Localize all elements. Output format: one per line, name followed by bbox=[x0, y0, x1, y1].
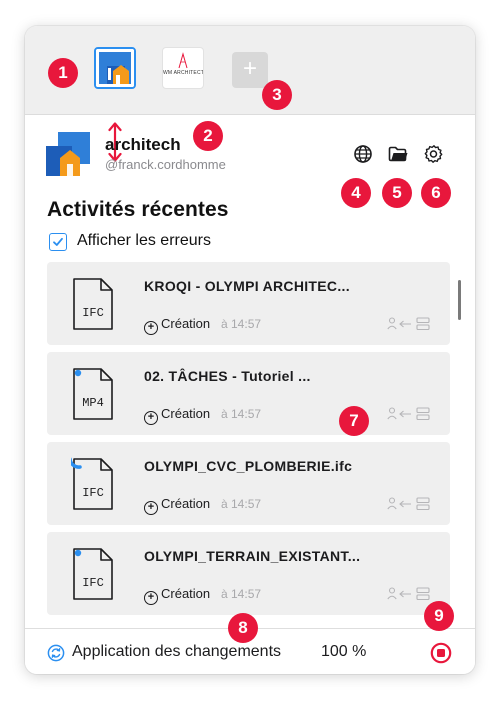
activity-time: à 14:57 bbox=[221, 407, 262, 421]
file-type-label: IFC bbox=[82, 576, 104, 590]
activity-scrollbar[interactable] bbox=[458, 280, 461, 320]
app-window: WM ARCHITECTES + architech @franck.cordh… bbox=[25, 26, 475, 674]
folder-icon[interactable] bbox=[387, 143, 409, 165]
activity-item[interactable]: IFC KROQI - OLYMPI ARCHITEC... + Création… bbox=[47, 262, 450, 345]
activity-time: à 14:57 bbox=[221, 317, 262, 331]
plus-circle-icon: + bbox=[144, 591, 158, 605]
workspace-bar: WM ARCHITECTES + bbox=[25, 26, 475, 115]
plus-circle-icon: + bbox=[144, 411, 158, 425]
activity-action: + Création bbox=[144, 406, 210, 425]
workspace-tile-architech[interactable] bbox=[94, 47, 136, 89]
stop-sync-button[interactable] bbox=[430, 642, 452, 664]
annotation-badge-3: 3 bbox=[262, 80, 292, 110]
activity-title: KROQI - OLYMPI ARCHITEC... bbox=[144, 278, 350, 294]
activity-action-label: Création bbox=[161, 586, 211, 601]
sync-direction-icon bbox=[387, 317, 430, 331]
activity-title: 02. TÂCHES - Tutoriel ... bbox=[144, 368, 311, 384]
activity-title: OLYMPI_CVC_PLOMBERIE.ifc bbox=[144, 458, 353, 474]
activity-action-label: Création bbox=[161, 406, 211, 421]
add-workspace-button[interactable]: + bbox=[232, 52, 268, 88]
annotation-badge-8: 8 bbox=[228, 613, 258, 643]
sync-dot-icon bbox=[74, 369, 82, 377]
activity-action-label: Création bbox=[161, 496, 211, 511]
file-type-label: IFC bbox=[82, 306, 104, 320]
activity-list: IFC KROQI - OLYMPI ARCHITEC... + Création… bbox=[25, 262, 475, 628]
annotation-badge-6: 6 bbox=[421, 178, 451, 208]
activity-action: + Création bbox=[144, 316, 210, 335]
checkmark-icon bbox=[53, 237, 63, 246]
workspace-logo-text: WM ARCHITECTES bbox=[163, 70, 204, 76]
sync-direction-icon bbox=[387, 497, 430, 511]
activity-time: à 14:57 bbox=[221, 587, 262, 601]
profile-handle: @franck.cordhomme bbox=[105, 157, 226, 172]
activity-title: OLYMPI_TERRAIN_EXISTANT... bbox=[144, 548, 361, 564]
sync-status-text: Application des changements bbox=[72, 643, 282, 660]
activity-action: + Création bbox=[144, 496, 210, 515]
gear-icon[interactable] bbox=[423, 143, 445, 165]
file-type-label: MP4 bbox=[82, 396, 104, 410]
annotation-badge-9: 9 bbox=[424, 601, 454, 631]
show-errors-label[interactable]: Afficher les erreurs bbox=[77, 232, 211, 250]
wm-architectes-logo-icon bbox=[178, 52, 188, 69]
plus-circle-icon: + bbox=[144, 501, 158, 515]
ifc-file-icon: IFC bbox=[73, 548, 113, 600]
annotation-badge-1: 1 bbox=[48, 58, 78, 88]
architech-logo-icon bbox=[96, 49, 134, 87]
mp4-file-icon: MP4 bbox=[73, 368, 113, 420]
workspace-tile-wm-architectes[interactable]: WM ARCHITECTES bbox=[162, 47, 204, 89]
sync-progress-percent: 100 % bbox=[321, 643, 367, 660]
stop-icon bbox=[437, 649, 445, 657]
activities-title: Activités récentes bbox=[47, 198, 229, 221]
activity-item[interactable]: IFC OLYMPI_CVC_PLOMBERIE.ifc + Création à… bbox=[47, 442, 450, 525]
annotation-badge-7: 7 bbox=[339, 406, 369, 436]
sync-progress-arc-icon bbox=[71, 457, 82, 469]
activity-action-label: Création bbox=[161, 316, 211, 331]
sync-dot-icon bbox=[74, 549, 82, 557]
show-errors-checkbox[interactable] bbox=[49, 233, 67, 251]
ifc-file-icon: IFC bbox=[71, 457, 113, 510]
sync-direction-icon bbox=[387, 407, 430, 421]
activity-time: à 14:57 bbox=[221, 497, 262, 511]
ifc-file-icon: IFC bbox=[73, 278, 113, 330]
plus-circle-icon: + bbox=[144, 321, 158, 335]
globe-icon[interactable] bbox=[352, 143, 374, 165]
profile-name: architech bbox=[105, 135, 181, 154]
annotation-badge-4: 4 bbox=[341, 178, 371, 208]
activity-item[interactable]: MP4 02. TÂCHES - Tutoriel ... + Création … bbox=[47, 352, 450, 435]
annotation-badge-5: 5 bbox=[382, 178, 412, 208]
annotation-badge-2: 2 bbox=[193, 121, 223, 151]
activity-action: + Création bbox=[144, 586, 210, 605]
activity-item[interactable]: IFC OLYMPI_TERRAIN_EXISTANT... + Création… bbox=[47, 532, 450, 615]
file-type-label: IFC bbox=[82, 486, 104, 500]
sync-direction-icon bbox=[387, 587, 430, 601]
profile-avatar bbox=[46, 132, 90, 176]
sync-icon bbox=[47, 644, 65, 662]
